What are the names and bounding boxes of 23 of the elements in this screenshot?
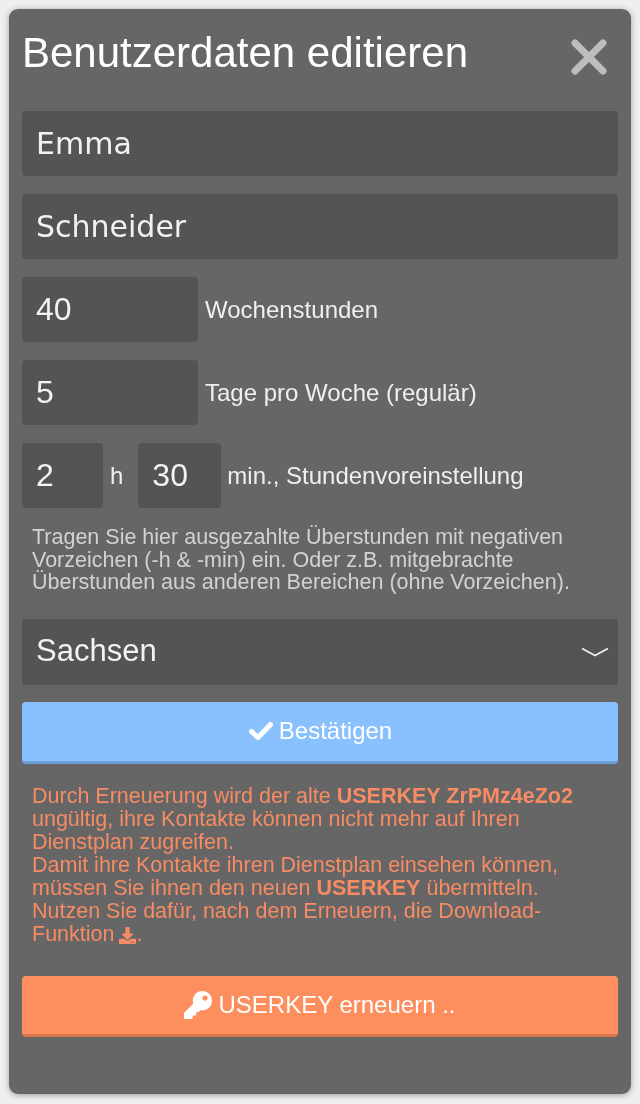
name-field[interactable]: Schneider — [22, 194, 618, 259]
warning-text: Nutzen Sie dafür, nach dem Erneuern, die Download- — [32, 899, 543, 923]
warning-text: Funktion — [32, 922, 115, 946]
warning-text: Damit ihre Kontakte ihren Dienstplan einsehen können, müssen Sie ihnen den neuen USERKEY übermitteln. — [32, 853, 559, 900]
dialog-title: Benutzerdaten editieren — [22, 28, 468, 78]
download-icon — [119, 926, 137, 944]
name-field[interactable]: Emma — [22, 111, 618, 176]
key-icon — [184, 990, 213, 1019]
number-field[interactable]: 40 — [22, 277, 198, 342]
close-icon[interactable] — [571, 39, 607, 75]
sentence-end: . — [136, 922, 143, 946]
check-icon — [247, 721, 274, 741]
field-label: Tage pro Woche (regulär) — [205, 377, 477, 408]
field-label: min., Stundenvoreinstellung — [227, 460, 524, 491]
chevron-icon — [581, 646, 609, 657]
region-select[interactable]: Sachsen — [22, 618, 618, 685]
field-label: Wochenstunden — [205, 294, 378, 325]
warning-text: Durch Erneuerung wird der alte USERKEY ZrPMz4eZo2 ungültig, ihre Kontakte können nicht mehr auf Ihren Dienstplan zugreifen. — [32, 784, 574, 854]
hint-text: Tragen Sie hier ausgezahlte Überstunden mit negativen Vorzeichen (-h & -min) ein. Oder z.B. mitgebrachte Überstunden aus anderen Bereichen (ohne Vorzeichen). — [31, 526, 571, 594]
hours-field[interactable]: 2 — [22, 443, 103, 508]
number-field[interactable]: 5 — [22, 360, 198, 425]
minutes-field[interactable]: 30 — [138, 443, 222, 508]
unit-label: h — [110, 460, 124, 491]
